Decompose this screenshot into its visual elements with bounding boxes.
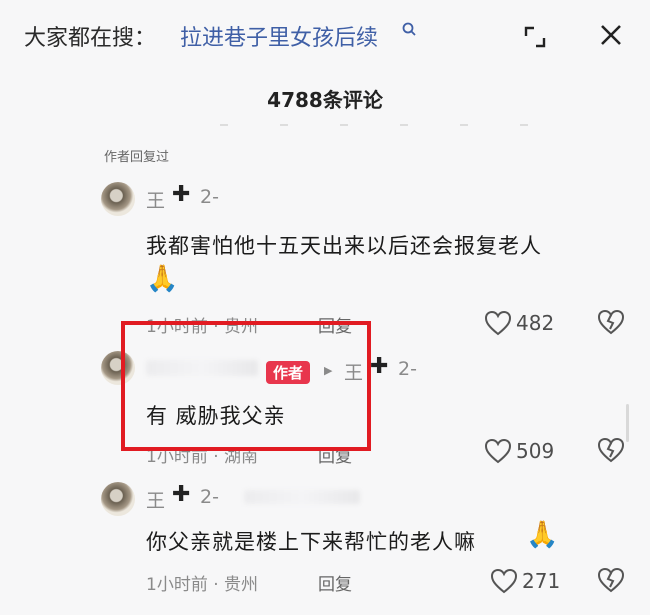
broken-heart-icon[interactable] — [597, 566, 625, 598]
commenter-name[interactable]: 王 — [146, 186, 165, 213]
comment-text: 你父亲就是楼上下来帮忙的老人嘛 — [146, 530, 476, 554]
plus-icon: ✚ — [172, 482, 191, 507]
pray-emoji-icon: 🙏 — [146, 264, 179, 294]
like-count: 509 — [516, 439, 555, 463]
trending-search-link[interactable]: 拉进巷子里女孩后续 — [180, 20, 378, 52]
heart-icon[interactable] — [484, 310, 512, 340]
broken-heart-icon[interactable] — [597, 308, 625, 340]
commenter-name[interactable]: 王 — [146, 486, 165, 513]
divider — [220, 124, 560, 126]
comment-text: 我都害怕他十五天出来以后还会报复老人 — [146, 234, 542, 258]
comment-count: 4788条评论 — [267, 88, 383, 112]
avatar[interactable] — [101, 182, 135, 216]
search-prefix: 大家都在搜： — [24, 26, 157, 51]
pray-emoji-icon: 🙏 — [526, 520, 559, 550]
comment-level: 2- — [398, 358, 417, 380]
comment-time-location: 1小时前 · 贵州 — [146, 575, 259, 595]
plus-icon: ✚ — [370, 354, 389, 379]
collapse-icon[interactable] — [520, 22, 550, 52]
scrollbar[interactable] — [626, 404, 629, 442]
comment-level: 2- — [200, 486, 219, 508]
heart-icon[interactable] — [484, 438, 512, 468]
reply-button[interactable]: 回复 — [318, 570, 352, 595]
like-count: 271 — [522, 569, 561, 593]
close-icon[interactable] — [594, 18, 628, 52]
blurred-region — [244, 490, 360, 504]
author-replied-tag: 作者回复过 — [104, 150, 170, 165]
highlight-box — [121, 321, 371, 451]
heart-icon[interactable] — [490, 568, 518, 598]
search-icon[interactable] — [402, 20, 416, 41]
comment-level: 2- — [200, 186, 219, 208]
plus-icon: ✚ — [172, 182, 191, 207]
broken-heart-icon[interactable] — [597, 436, 625, 468]
avatar[interactable] — [101, 482, 135, 516]
like-count: 482 — [516, 311, 555, 335]
